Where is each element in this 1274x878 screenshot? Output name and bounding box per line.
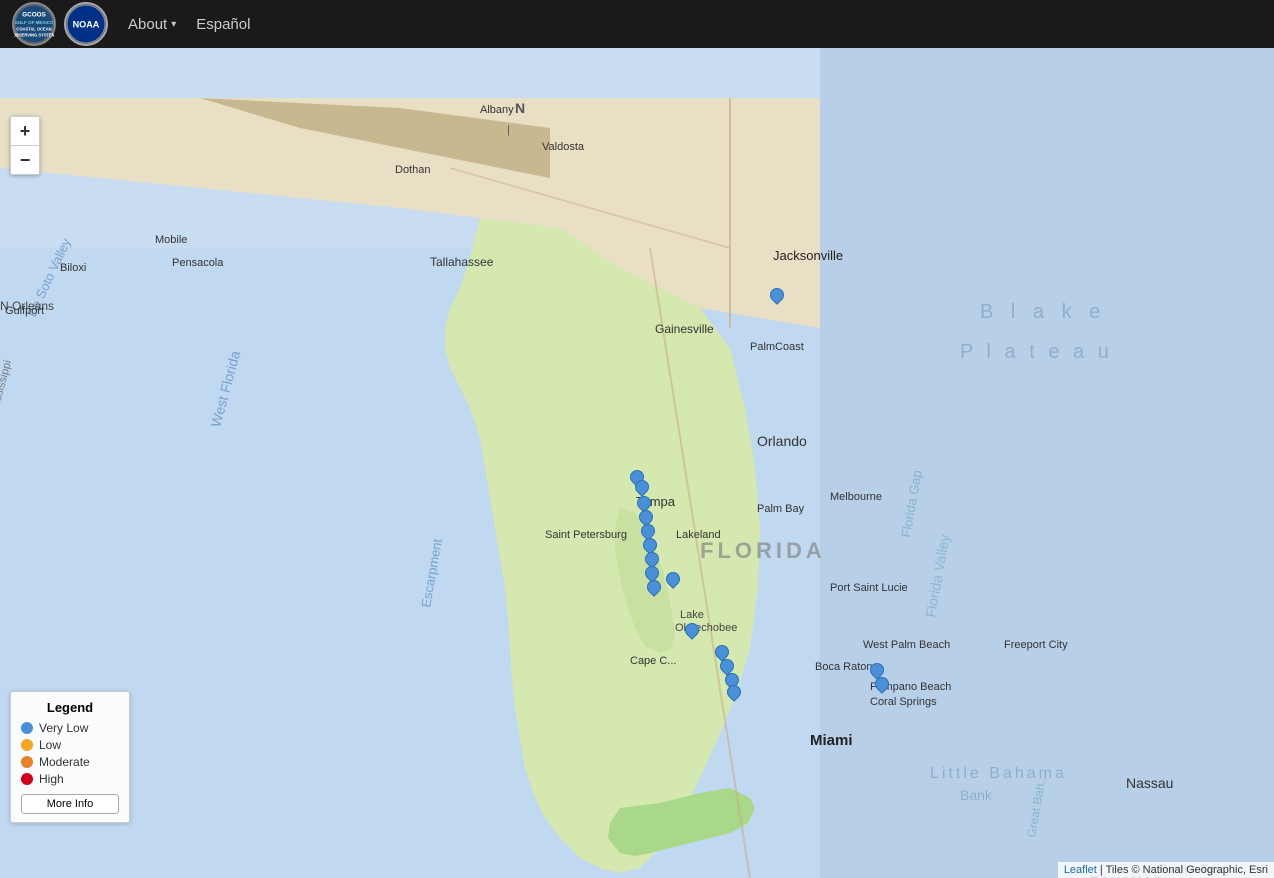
zoom-out-button[interactable]: − — [11, 146, 39, 174]
svg-text:Miami: Miami — [810, 732, 853, 749]
svg-text:PalmCoast: PalmCoast — [750, 341, 804, 353]
svg-text:Boca Raton: Boca Raton — [815, 661, 872, 673]
svg-text:Nassau: Nassau — [1126, 775, 1173, 791]
svg-text:|: | — [507, 124, 510, 136]
legend-item-very-low: Very Low — [21, 721, 119, 735]
noaa-logo[interactable]: NOAA — [64, 2, 108, 46]
about-label: About — [128, 16, 167, 33]
svg-text:GULF OF MEXICO: GULF OF MEXICO — [14, 20, 53, 25]
legend-title: Legend — [21, 700, 119, 715]
svg-text:COASTAL OCEAN: COASTAL OCEAN — [16, 26, 51, 31]
legend-label-very-low: Very Low — [39, 721, 88, 735]
svg-text:OBSERVING SYSTEM: OBSERVING SYSTEM — [14, 33, 54, 38]
more-info-button[interactable]: More Info — [21, 794, 119, 814]
svg-text:Lake: Lake — [680, 609, 704, 621]
legend: Legend Very Low Low Moderate High More I… — [10, 691, 130, 823]
legend-dot-moderate — [21, 756, 33, 768]
about-dropdown-arrow: ▾ — [171, 19, 176, 30]
svg-text:Port Saint Lucie: Port Saint Lucie — [830, 582, 908, 594]
svg-text:Gainesville: Gainesville — [655, 322, 714, 336]
svg-text:NOAA: NOAA — [73, 20, 100, 30]
attribution: Leaflet | Tiles © National Geographic, E… — [1058, 862, 1274, 878]
svg-text:Valdosta: Valdosta — [542, 141, 585, 153]
svg-text:FLORIDA: FLORIDA — [700, 538, 826, 563]
legend-item-moderate: Moderate — [21, 755, 119, 769]
legend-dot-high — [21, 773, 33, 785]
svg-text:Orlando: Orlando — [757, 433, 807, 449]
svg-text:Mobile: Mobile — [155, 234, 187, 246]
svg-text:Pensacola: Pensacola — [172, 257, 224, 269]
svg-text:P l a t e a u: P l a t e a u — [960, 341, 1113, 363]
svg-text:N: N — [515, 100, 525, 116]
espanol-label: Español — [196, 16, 250, 33]
svg-text:West Palm Beach: West Palm Beach — [863, 639, 950, 651]
svg-text:Bank: Bank — [960, 787, 993, 803]
legend-label-low: Low — [39, 738, 61, 752]
legend-dot-low — [21, 739, 33, 751]
svg-text:Albany: Albany — [480, 104, 514, 116]
svg-text:Biloxi: Biloxi — [60, 262, 86, 274]
map-background: Jacksonville PalmCoast Orlando Tampa Sai… — [0, 48, 1274, 878]
gcoos-logo[interactable]: GCOOS GULF OF MEXICO COASTAL OCEAN OBSER… — [12, 2, 56, 46]
nav-links: About ▾ Español — [128, 16, 250, 33]
map-container[interactable]: Jacksonville PalmCoast Orlando Tampa Sai… — [0, 48, 1274, 878]
leaflet-link[interactable]: Leaflet — [1064, 864, 1097, 876]
svg-text:Saint Petersburg: Saint Petersburg — [545, 529, 627, 541]
tiles-label: | Tiles © National Geographic, Esri — [1100, 864, 1268, 876]
svg-text:Dothan: Dothan — [395, 164, 430, 176]
svg-text:Coral Springs: Coral Springs — [870, 696, 937, 708]
espanol-nav-link[interactable]: Español — [196, 16, 250, 33]
svg-text:Jacksonville: Jacksonville — [773, 248, 843, 263]
svg-text:Cape C...: Cape C... — [630, 655, 676, 667]
svg-text:B l a k e: B l a k e — [980, 301, 1106, 323]
svg-text:Freeport City: Freeport City — [1004, 639, 1068, 651]
logo-area: GCOOS GULF OF MEXICO COASTAL OCEAN OBSER… — [12, 2, 108, 46]
legend-item-low: Low — [21, 738, 119, 752]
zoom-in-button[interactable]: + — [11, 117, 39, 145]
legend-label-high: High — [39, 772, 64, 786]
svg-text:Gulfport: Gulfport — [5, 305, 44, 317]
about-nav-link[interactable]: About ▾ — [128, 16, 176, 33]
svg-text:Melbourne: Melbourne — [830, 491, 882, 503]
navbar: GCOOS GULF OF MEXICO COASTAL OCEAN OBSER… — [0, 0, 1274, 48]
svg-text:GCOOS: GCOOS — [22, 12, 46, 19]
legend-item-high: High — [21, 772, 119, 786]
svg-text:Palm Bay: Palm Bay — [757, 503, 805, 515]
zoom-controls: + − — [10, 116, 40, 175]
legend-dot-very-low — [21, 722, 33, 734]
svg-text:Tallahassee: Tallahassee — [430, 255, 494, 269]
legend-label-moderate: Moderate — [39, 755, 90, 769]
